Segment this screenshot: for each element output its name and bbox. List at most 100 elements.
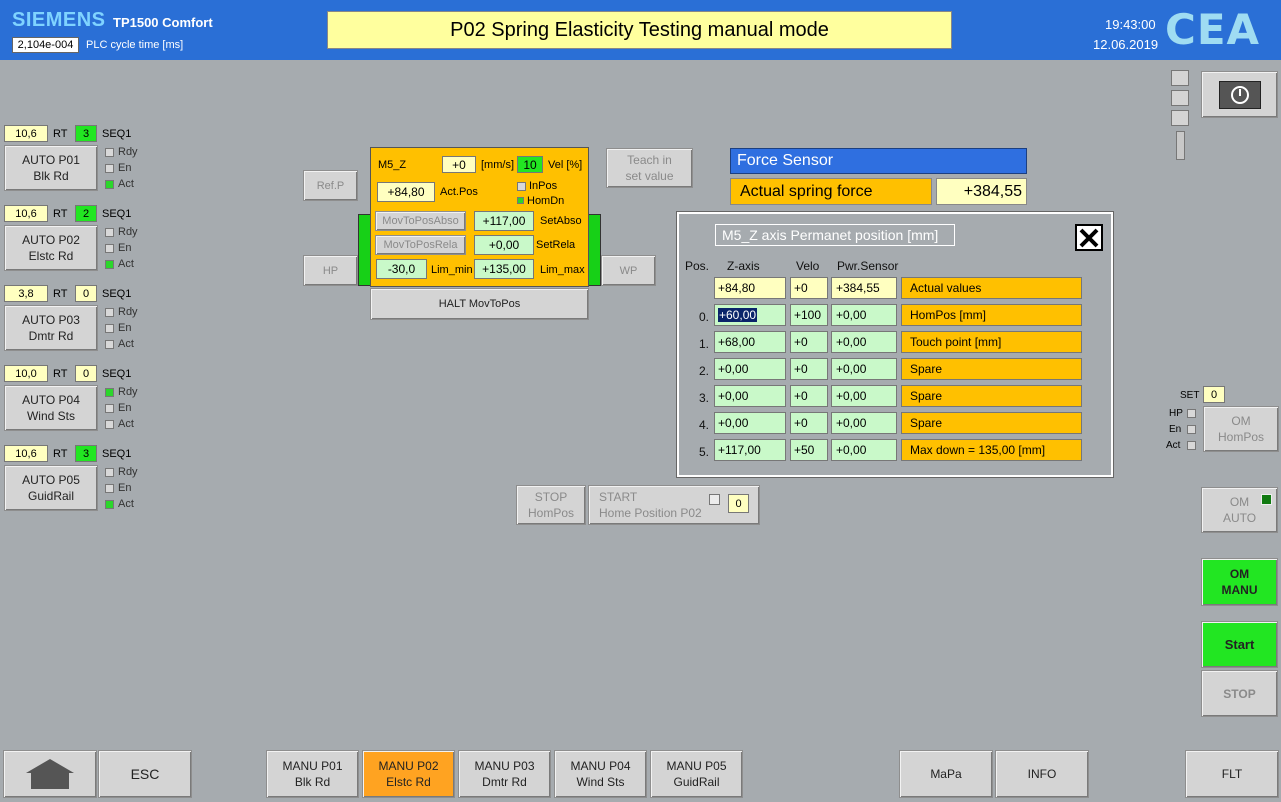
teach-label-1: Teach in <box>627 153 672 167</box>
pwr-sensor-field[interactable]: +0,00 <box>831 358 897 380</box>
pwr-sensor-field[interactable]: +0,00 <box>831 331 897 353</box>
tab-manu[interactable]: MANU P04 Wind Sts <box>554 750 647 798</box>
z-axis-field[interactable]: +0,00 <box>714 358 786 380</box>
station-auto-button[interactable]: AUTO P04 Wind Sts <box>4 385 98 431</box>
start-button[interactable]: Start <box>1201 621 1278 668</box>
start-home-label-1: START <box>599 490 638 504</box>
station-rdy-indicator <box>105 148 114 157</box>
col-header-pwr: Pwr.Sensor <box>837 259 899 273</box>
tab-manu[interactable]: MANU P05 GuidRail <box>650 750 743 798</box>
z-axis-field[interactable]: +0,00 <box>714 412 786 434</box>
stop-hompos-label-1: STOP <box>534 490 568 504</box>
set-abso-field[interactable]: +117,00 <box>474 211 534 231</box>
power-button[interactable] <box>1201 71 1278 118</box>
mapa-button[interactable]: MaPa <box>899 750 993 798</box>
velo-field[interactable]: +0 <box>790 358 828 380</box>
z-axis-value: +0,00 <box>718 389 749 403</box>
page-title: P02 Spring Elasticity Testing manual mod… <box>327 11 952 49</box>
close-button[interactable] <box>1075 224 1103 251</box>
set-abso-label: SetAbso <box>540 215 582 227</box>
station-auto-button[interactable]: AUTO P01 Blk Rd <box>4 145 98 191</box>
actual-position: +84,80 <box>377 182 435 202</box>
tab-manu[interactable]: MANU P03 Dmtr Rd <box>458 750 551 798</box>
velo-field[interactable]: +0 <box>790 412 828 434</box>
pwr-sensor-field[interactable]: +0,00 <box>831 412 897 434</box>
station-rdy-indicator <box>105 468 114 477</box>
clock-time: 19:43:00 <box>1105 17 1156 32</box>
info-button[interactable]: INFO <box>995 750 1089 798</box>
pwr-sensor-field[interactable]: +0,00 <box>831 439 897 461</box>
velo-field[interactable]: +50 <box>790 439 828 461</box>
station-en-label: En <box>118 162 132 174</box>
velo-field[interactable]: +100 <box>790 304 828 326</box>
pwr-sensor-field[interactable]: +0,00 <box>831 385 897 407</box>
tab-label-1: MANU P02 <box>378 759 439 773</box>
homing-indicator <box>709 494 720 505</box>
lim-min-field[interactable]: -30,0 <box>376 259 427 279</box>
velocity-value[interactable]: +0 <box>442 156 476 173</box>
om-hompos-button[interactable]: OM HomPos <box>1203 406 1279 452</box>
lim-max-field[interactable]: +135,00 <box>474 259 534 279</box>
station-rdy-indicator <box>105 388 114 397</box>
station-rt-label: RT <box>53 128 68 140</box>
row-description: Actual values <box>901 277 1082 299</box>
force-sensor-title: Force Sensor <box>730 148 1027 174</box>
refp-button[interactable]: Ref.P <box>303 170 358 201</box>
z-axis-field[interactable]: +60,00 <box>714 304 786 326</box>
hp-button[interactable]: HP <box>303 255 358 286</box>
z-axis-field[interactable]: +68,00 <box>714 331 786 353</box>
right-en-label: En <box>1169 424 1182 435</box>
set-value: 0 <box>1203 386 1225 403</box>
right-act-label: Act <box>1166 440 1181 451</box>
station-auto-label-1: AUTO P02 <box>22 233 80 247</box>
mov-to-pos-abso-button[interactable]: MovToPosAbso <box>375 211 466 231</box>
om-manu-button[interactable]: OM MANU <box>1201 558 1278 606</box>
col-header-velo: Velo <box>796 259 820 273</box>
station-auto-label-1: AUTO P01 <box>22 153 80 167</box>
wp-button[interactable]: WP <box>601 255 656 286</box>
station-rt-label: RT <box>53 448 68 460</box>
right-en-indicator <box>1187 425 1196 434</box>
row-index: 3. <box>699 391 710 405</box>
stop-hompos-button[interactable]: STOP HomPos <box>516 485 586 525</box>
tab-label-2: Blk Rd <box>294 775 331 789</box>
right-hp-label: HP <box>1169 408 1183 419</box>
flt-button[interactable]: FLT <box>1185 750 1279 798</box>
esc-button[interactable]: ESC <box>98 750 192 798</box>
row-description: Spare <box>901 412 1082 434</box>
row-description: HomPos [mm] <box>901 304 1082 326</box>
station-auto-button[interactable]: AUTO P05 GuidRail <box>4 465 98 511</box>
velo-field[interactable]: +0 <box>790 331 828 353</box>
set-rela-field[interactable]: +0,00 <box>474 235 534 255</box>
halt-movtopos-button[interactable]: HALT MovToPos <box>370 288 589 320</box>
station-runtime-value: 10,6 <box>4 125 48 142</box>
stop-hompos-label-2: HomPos <box>527 506 574 520</box>
station-rt-label: RT <box>53 368 68 380</box>
start-home-label: START Home Position P02 <box>589 489 702 521</box>
stop-button[interactable]: STOP <box>1201 670 1278 717</box>
teach-button[interactable]: Teach in set value <box>606 148 693 188</box>
tab-label-1: MANU P04 <box>570 759 631 773</box>
row-description: Max down = 135,00 [mm] <box>901 439 1082 461</box>
pwr-sensor-field[interactable]: +0,00 <box>831 304 897 326</box>
tab-manu[interactable]: MANU P01 Blk Rd <box>266 750 359 798</box>
station-rdy-label: Rdy <box>118 386 138 398</box>
velo-field[interactable]: +0 <box>790 385 828 407</box>
home-button[interactable] <box>3 750 97 798</box>
tab-manu-p02-selected[interactable]: MANU P02 Elstc Rd <box>362 750 455 798</box>
z-axis-field: +84,80 <box>714 277 786 299</box>
station-auto-button[interactable]: AUTO P02 Elstc Rd <box>4 225 98 271</box>
z-axis-field[interactable]: +0,00 <box>714 385 786 407</box>
mov-to-pos-rela-button[interactable]: MovToPosRela <box>375 235 466 255</box>
z-axis-field[interactable]: +117,00 <box>714 439 786 461</box>
station-auto-button[interactable]: AUTO P03 Dmtr Rd <box>4 305 98 351</box>
siemens-brand: SIEMENS <box>12 9 106 31</box>
velocity-percent[interactable]: 10 <box>517 156 543 173</box>
station-en-indicator <box>105 244 114 253</box>
station-auto-label-2: Blk Rd <box>33 169 69 183</box>
clock-date: 12.06.2019 <box>1093 37 1159 52</box>
lim-min-label: Lim_min <box>431 264 473 276</box>
popup-title: M5_Z axis Permanet position [mm] <box>715 224 955 246</box>
station-act-label: Act <box>118 338 134 350</box>
z-axis-value: +117,00 <box>718 443 761 457</box>
